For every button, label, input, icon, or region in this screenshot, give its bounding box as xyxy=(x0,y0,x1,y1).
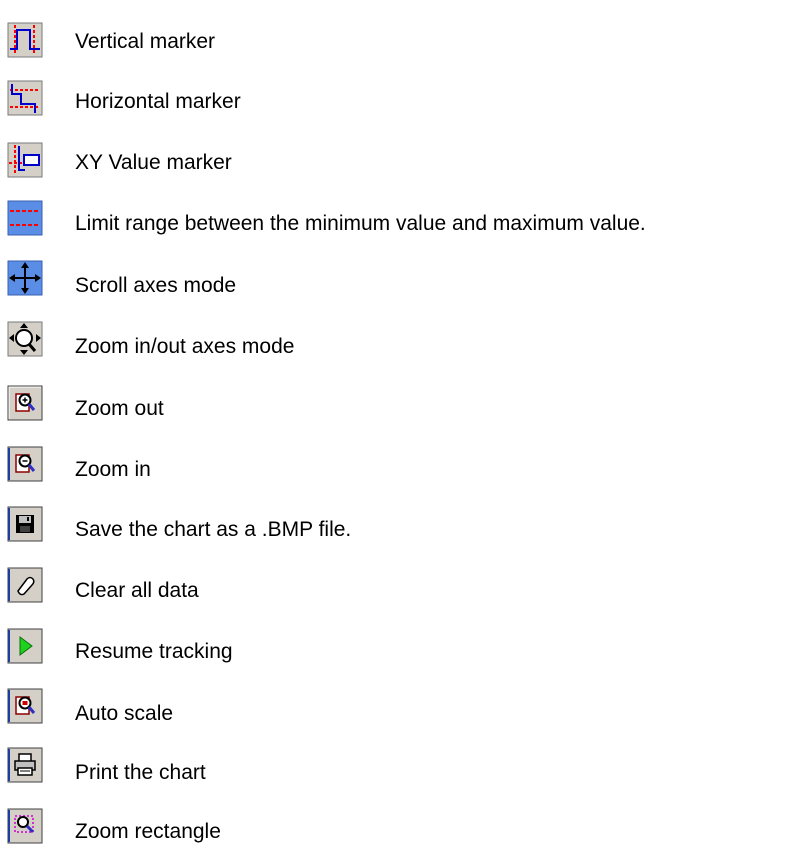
legend-label: Scroll axes mode xyxy=(75,274,237,297)
legend-label: Zoom rectangle xyxy=(75,820,221,843)
legend-label: Auto scale xyxy=(75,702,174,725)
legend-label: Zoom in xyxy=(75,458,151,481)
zoom-rectangle-icon[interactable] xyxy=(7,808,43,844)
auto-scale-icon[interactable] xyxy=(7,688,43,724)
legend-label: Horizontal marker xyxy=(75,90,241,113)
play-icon[interactable] xyxy=(7,628,43,664)
eraser-icon[interactable] xyxy=(7,567,43,603)
zoom-axes-icon[interactable] xyxy=(7,321,43,357)
zoom-out-icon[interactable] xyxy=(7,385,43,421)
legend-label: Zoom in/out axes mode xyxy=(75,335,295,358)
legend-label: XY Value marker xyxy=(75,151,232,174)
limit-range-icon[interactable] xyxy=(7,200,43,236)
legend-label: Limit range between the minimum value an… xyxy=(75,212,646,235)
legend-label: Clear all data xyxy=(75,579,199,602)
legend-label: Save the chart as a .BMP file. xyxy=(75,518,352,541)
zoom-in-icon[interactable] xyxy=(7,446,43,482)
save-disk-icon[interactable] xyxy=(7,506,43,542)
vertical-marker-icon[interactable] xyxy=(7,22,43,58)
legend-label: Zoom out xyxy=(75,397,164,420)
legend-label: Print the chart xyxy=(75,761,206,784)
horizontal-marker-icon[interactable] xyxy=(7,80,43,116)
legend-label: Resume tracking xyxy=(75,640,233,663)
xy-value-marker-icon[interactable] xyxy=(7,142,43,178)
scroll-axes-icon[interactable] xyxy=(7,260,43,296)
legend-label: Vertical marker xyxy=(75,30,216,53)
printer-icon[interactable] xyxy=(7,747,43,783)
